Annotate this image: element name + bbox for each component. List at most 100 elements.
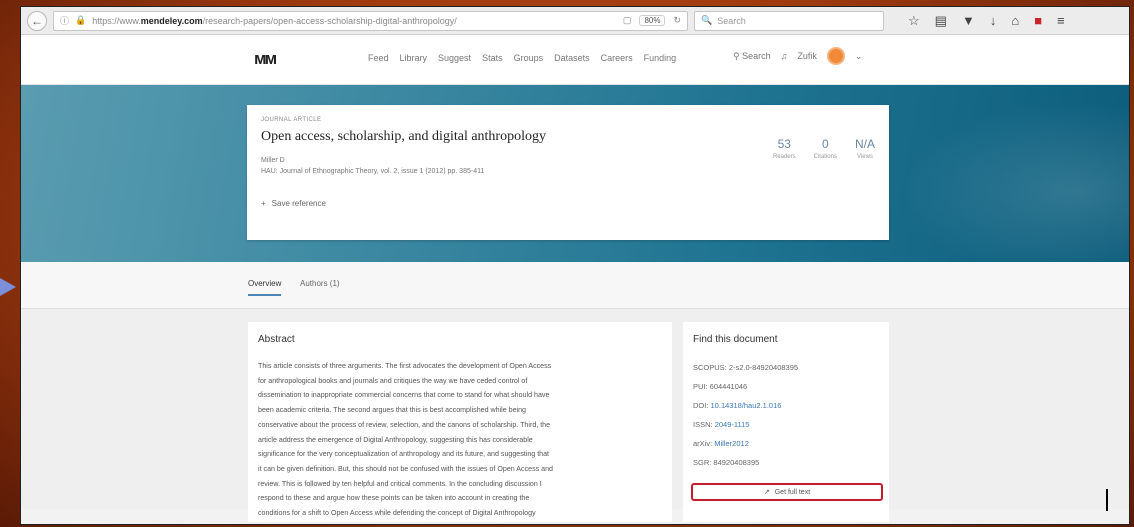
browser-toolbar: ← ⓘ 🔒 https://www.mendeley.com/research-… <box>21 7 1129 35</box>
left-arrow-decoration <box>0 278 16 296</box>
stat-value: 0 <box>821 137 829 151</box>
back-button[interactable]: ← <box>27 10 47 31</box>
hero-banner: JOURNAL ARTICLE Open access, scholarship… <box>21 85 1129 262</box>
abstract-line: it can be given definition. But, this sh… <box>258 464 553 473</box>
arxiv-row: arXiv: Miller2012 <box>693 439 879 458</box>
abstract-line: conditions for a shift to Open Access wh… <box>258 509 536 518</box>
article-card: JOURNAL ARTICLE Open access, scholarship… <box>247 105 889 240</box>
url-actions: ▢ 80% ↻ <box>623 15 681 26</box>
abstract-line: This article consists of three arguments… <box>258 362 552 370</box>
external-link-icon: ↗ <box>763 489 770 496</box>
info-icon: ⓘ <box>60 16 70 26</box>
chevron-down-icon[interactable]: ⌄ <box>855 51 863 62</box>
abstract-line: conservative about the process of review… <box>258 420 551 429</box>
get-full-text-label: Get full text <box>774 488 811 496</box>
abstract-line: article address the emergence of Digital… <box>258 435 533 444</box>
issn-link[interactable]: 2049-1115 <box>715 420 750 429</box>
menu-icon[interactable]: ≡ <box>1057 13 1065 29</box>
nav-careers[interactable]: Careers <box>601 53 633 63</box>
browser-tool-icons: ☆ ▤ ▼ ↓ ⌂ ■ ≡ <box>908 13 1065 29</box>
save-reference-label: Save reference <box>271 199 326 208</box>
search-icon: ⚲ <box>733 50 740 61</box>
stat-readers: 53 Readers <box>773 137 796 160</box>
stat-value: N/A <box>854 137 875 151</box>
nav-library[interactable]: Library <box>400 53 428 63</box>
article-journal: HAU: Journal of Ethnographic Theory, vol… <box>261 168 485 175</box>
doi-row: DOI: 10.14318/hau2.1.016 <box>693 401 879 420</box>
site-search-label: Search <box>742 50 771 61</box>
avatar[interactable] <box>826 47 845 65</box>
browser-search-placeholder: Search <box>717 15 746 26</box>
abstract-text: This article consists of three arguments… <box>258 359 662 521</box>
plus-icon: + <box>261 199 266 208</box>
nav-funding[interactable]: Funding <box>644 53 677 63</box>
find-document-card: Find this document SCOPUS: 2-s2.0-849204… <box>683 322 889 522</box>
stat-value: 53 <box>777 137 791 151</box>
tab-overview[interactable]: Overview <box>248 279 282 296</box>
reading-list-icon[interactable]: ▤ <box>935 13 947 29</box>
header-right: ⚲ Search ♫ Zufik ⌄ <box>733 47 862 65</box>
arxiv-link[interactable]: Miller2012 <box>714 439 749 448</box>
abstract-line: dissemination to inappropriate commercia… <box>258 391 550 400</box>
download-icon[interactable]: ↓ <box>990 13 997 29</box>
back-arrow-icon: ← <box>31 13 43 28</box>
nav-datasets[interactable]: Datasets <box>554 53 590 63</box>
notifications-bell-icon[interactable]: ♫ <box>781 51 788 61</box>
url-path: /research-papers/open-access-scholarship… <box>202 15 457 26</box>
page-tabs: Overview Authors (1) <box>21 262 1129 309</box>
site-header: ᴍᴍ Feed Library Suggest Stats Groups Dat… <box>21 35 1129 85</box>
document-type: JOURNAL ARTICLE <box>261 117 322 123</box>
reload-icon[interactable]: ↻ <box>673 15 681 26</box>
pui-id: PUI: 604441046 <box>693 382 748 391</box>
find-heading: Find this document <box>693 334 778 345</box>
save-reference-button[interactable]: + Save reference <box>261 199 875 208</box>
get-full-text-button[interactable]: ↗ Get full text <box>691 483 883 501</box>
search-icon: 🔍 <box>701 15 713 25</box>
document-identifiers: SCOPUS: 2-s2.0-84920408395 PUI: 60444104… <box>693 363 879 477</box>
stat-label: Views <box>857 154 873 160</box>
abstract-line: respond to these and argue how these poi… <box>258 494 530 503</box>
site-search-button[interactable]: ⚲ Search <box>733 51 771 62</box>
stat-citations: 0 Citations <box>814 137 837 160</box>
zoom-level[interactable]: 80% <box>639 15 666 26</box>
pocket-icon[interactable]: ▼ <box>962 13 975 29</box>
issn-row: ISSN: 2049-1115 <box>693 420 879 439</box>
mendeley-logo[interactable]: ᴍᴍ <box>254 49 277 69</box>
nav-suggest[interactable]: Suggest <box>438 53 471 63</box>
reader-view-icon[interactable]: ▢ <box>623 15 632 26</box>
article-stats: 53 Readers 0 Citations N/A Views <box>773 137 875 160</box>
stat-label: Readers <box>772 154 796 160</box>
main-nav: Feed Library Suggest Stats Groups Datase… <box>368 53 676 63</box>
url-prefix: https://www. <box>92 15 141 26</box>
stat-views: N/A Views <box>855 137 875 160</box>
issn-label: ISSN: <box>693 420 713 429</box>
lock-icon: 🔒 <box>75 15 87 25</box>
url-text: https://www.mendeley.com/research-papers… <box>92 16 457 26</box>
doi-link[interactable]: 10.14318/hau2.1.016 <box>711 401 782 410</box>
bookmark-star-icon[interactable]: ☆ <box>908 13 920 29</box>
abstract-line: review. This is followed by ten helpful … <box>258 479 542 488</box>
nav-feed[interactable]: Feed <box>368 53 389 63</box>
abstract-line: been academic criteria. The second argue… <box>258 406 527 415</box>
arxiv-label: arXiv: <box>693 439 713 448</box>
tab-authors[interactable]: Authors (1) <box>300 279 340 294</box>
browser-search-bar[interactable]: 🔍 Search <box>694 10 884 31</box>
doi-label: DOI: <box>693 401 709 410</box>
url-bar[interactable]: ⓘ 🔒 https://www.mendeley.com/research-pa… <box>53 10 688 31</box>
nav-groups[interactable]: Groups <box>514 53 544 63</box>
url-domain: mendeley.com <box>140 15 203 26</box>
abstract-heading: Abstract <box>258 334 295 345</box>
sgr-id: SGR: 84920408395 <box>693 458 760 467</box>
browser-window: ← ⓘ 🔒 https://www.mendeley.com/research-… <box>20 6 1130 525</box>
extension-icon[interactable]: ■ <box>1034 13 1042 29</box>
stat-label: Citations <box>813 154 837 160</box>
home-icon[interactable]: ⌂ <box>1011 13 1019 29</box>
abstract-card: Abstract This article consists of three … <box>248 322 672 522</box>
scopus-id: SCOPUS: 2-s2.0-84920408395 <box>693 363 799 372</box>
user-name[interactable]: Zufik <box>797 51 817 61</box>
abstract-line: significance for the very conceptualizat… <box>258 450 550 459</box>
main-content: Abstract This article consists of three … <box>21 309 1129 522</box>
text-cursor <box>1106 489 1108 511</box>
nav-stats[interactable]: Stats <box>482 53 503 63</box>
abstract-line: for anthropological books and journals a… <box>258 376 528 385</box>
